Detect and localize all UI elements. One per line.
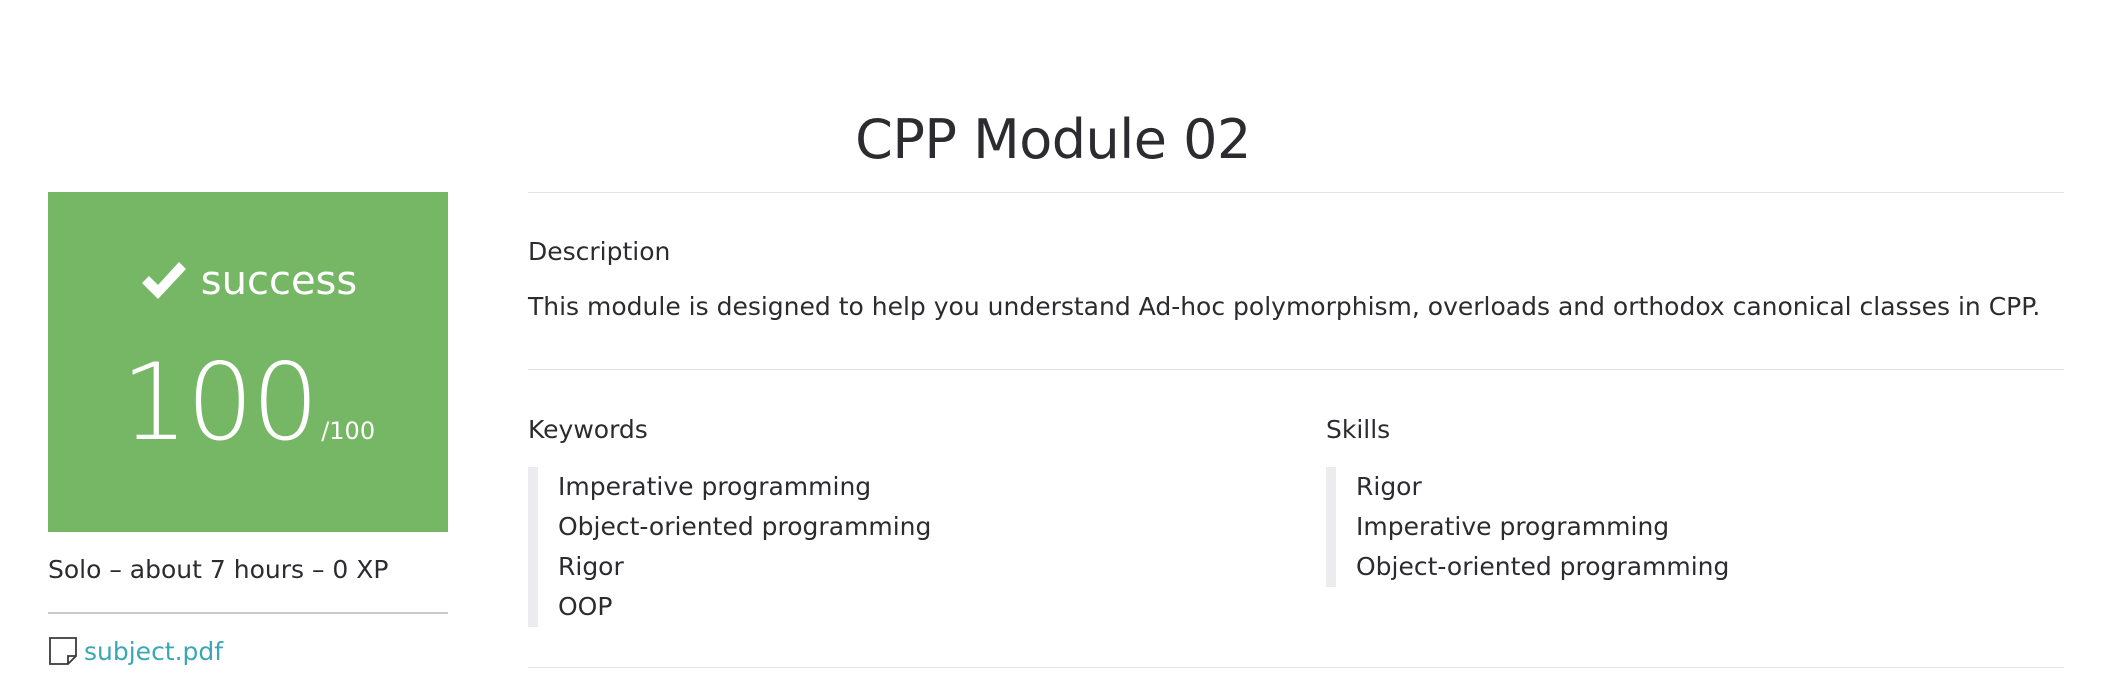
score-value: 100 (120, 341, 319, 464)
keyword-item: Object-oriented programming (558, 512, 932, 541)
attachment[interactable]: subject.pdf (48, 636, 223, 666)
description-text: This module is designed to help you unde… (528, 292, 2041, 321)
status-row: success (48, 258, 448, 304)
skills-list: Rigor Imperative programming Object-orie… (1326, 467, 1729, 587)
keywords-heading: Keywords (528, 415, 648, 444)
keyword-item: Imperative programming (558, 472, 872, 501)
keyword-item: OOP (558, 592, 613, 621)
score-row: 100 /100 (48, 350, 448, 456)
skill-item: Rigor (1356, 472, 1422, 501)
divider (48, 612, 448, 614)
keyword-item: Rigor (558, 552, 624, 581)
skill-item: Object-oriented programming (1356, 552, 1730, 581)
file-icon (49, 637, 77, 665)
page-title: CPP Module 02 (855, 108, 1251, 172)
keywords-list: Imperative programming Object-oriented p… (528, 467, 931, 627)
skill-item: Imperative programming (1356, 512, 1670, 541)
subject-pdf-link[interactable]: subject.pdf (84, 637, 223, 666)
description-heading: Description (528, 237, 671, 266)
status-label: success (200, 258, 358, 304)
divider (528, 667, 2064, 668)
divider (528, 369, 2064, 370)
result-card: success 100 /100 (48, 192, 448, 532)
skills-heading: Skills (1326, 415, 1391, 444)
score-max: /100 (321, 417, 376, 445)
project-meta: Solo – about 7 hours – 0 XP (48, 555, 389, 584)
check-icon (141, 262, 186, 299)
divider (528, 192, 2064, 193)
